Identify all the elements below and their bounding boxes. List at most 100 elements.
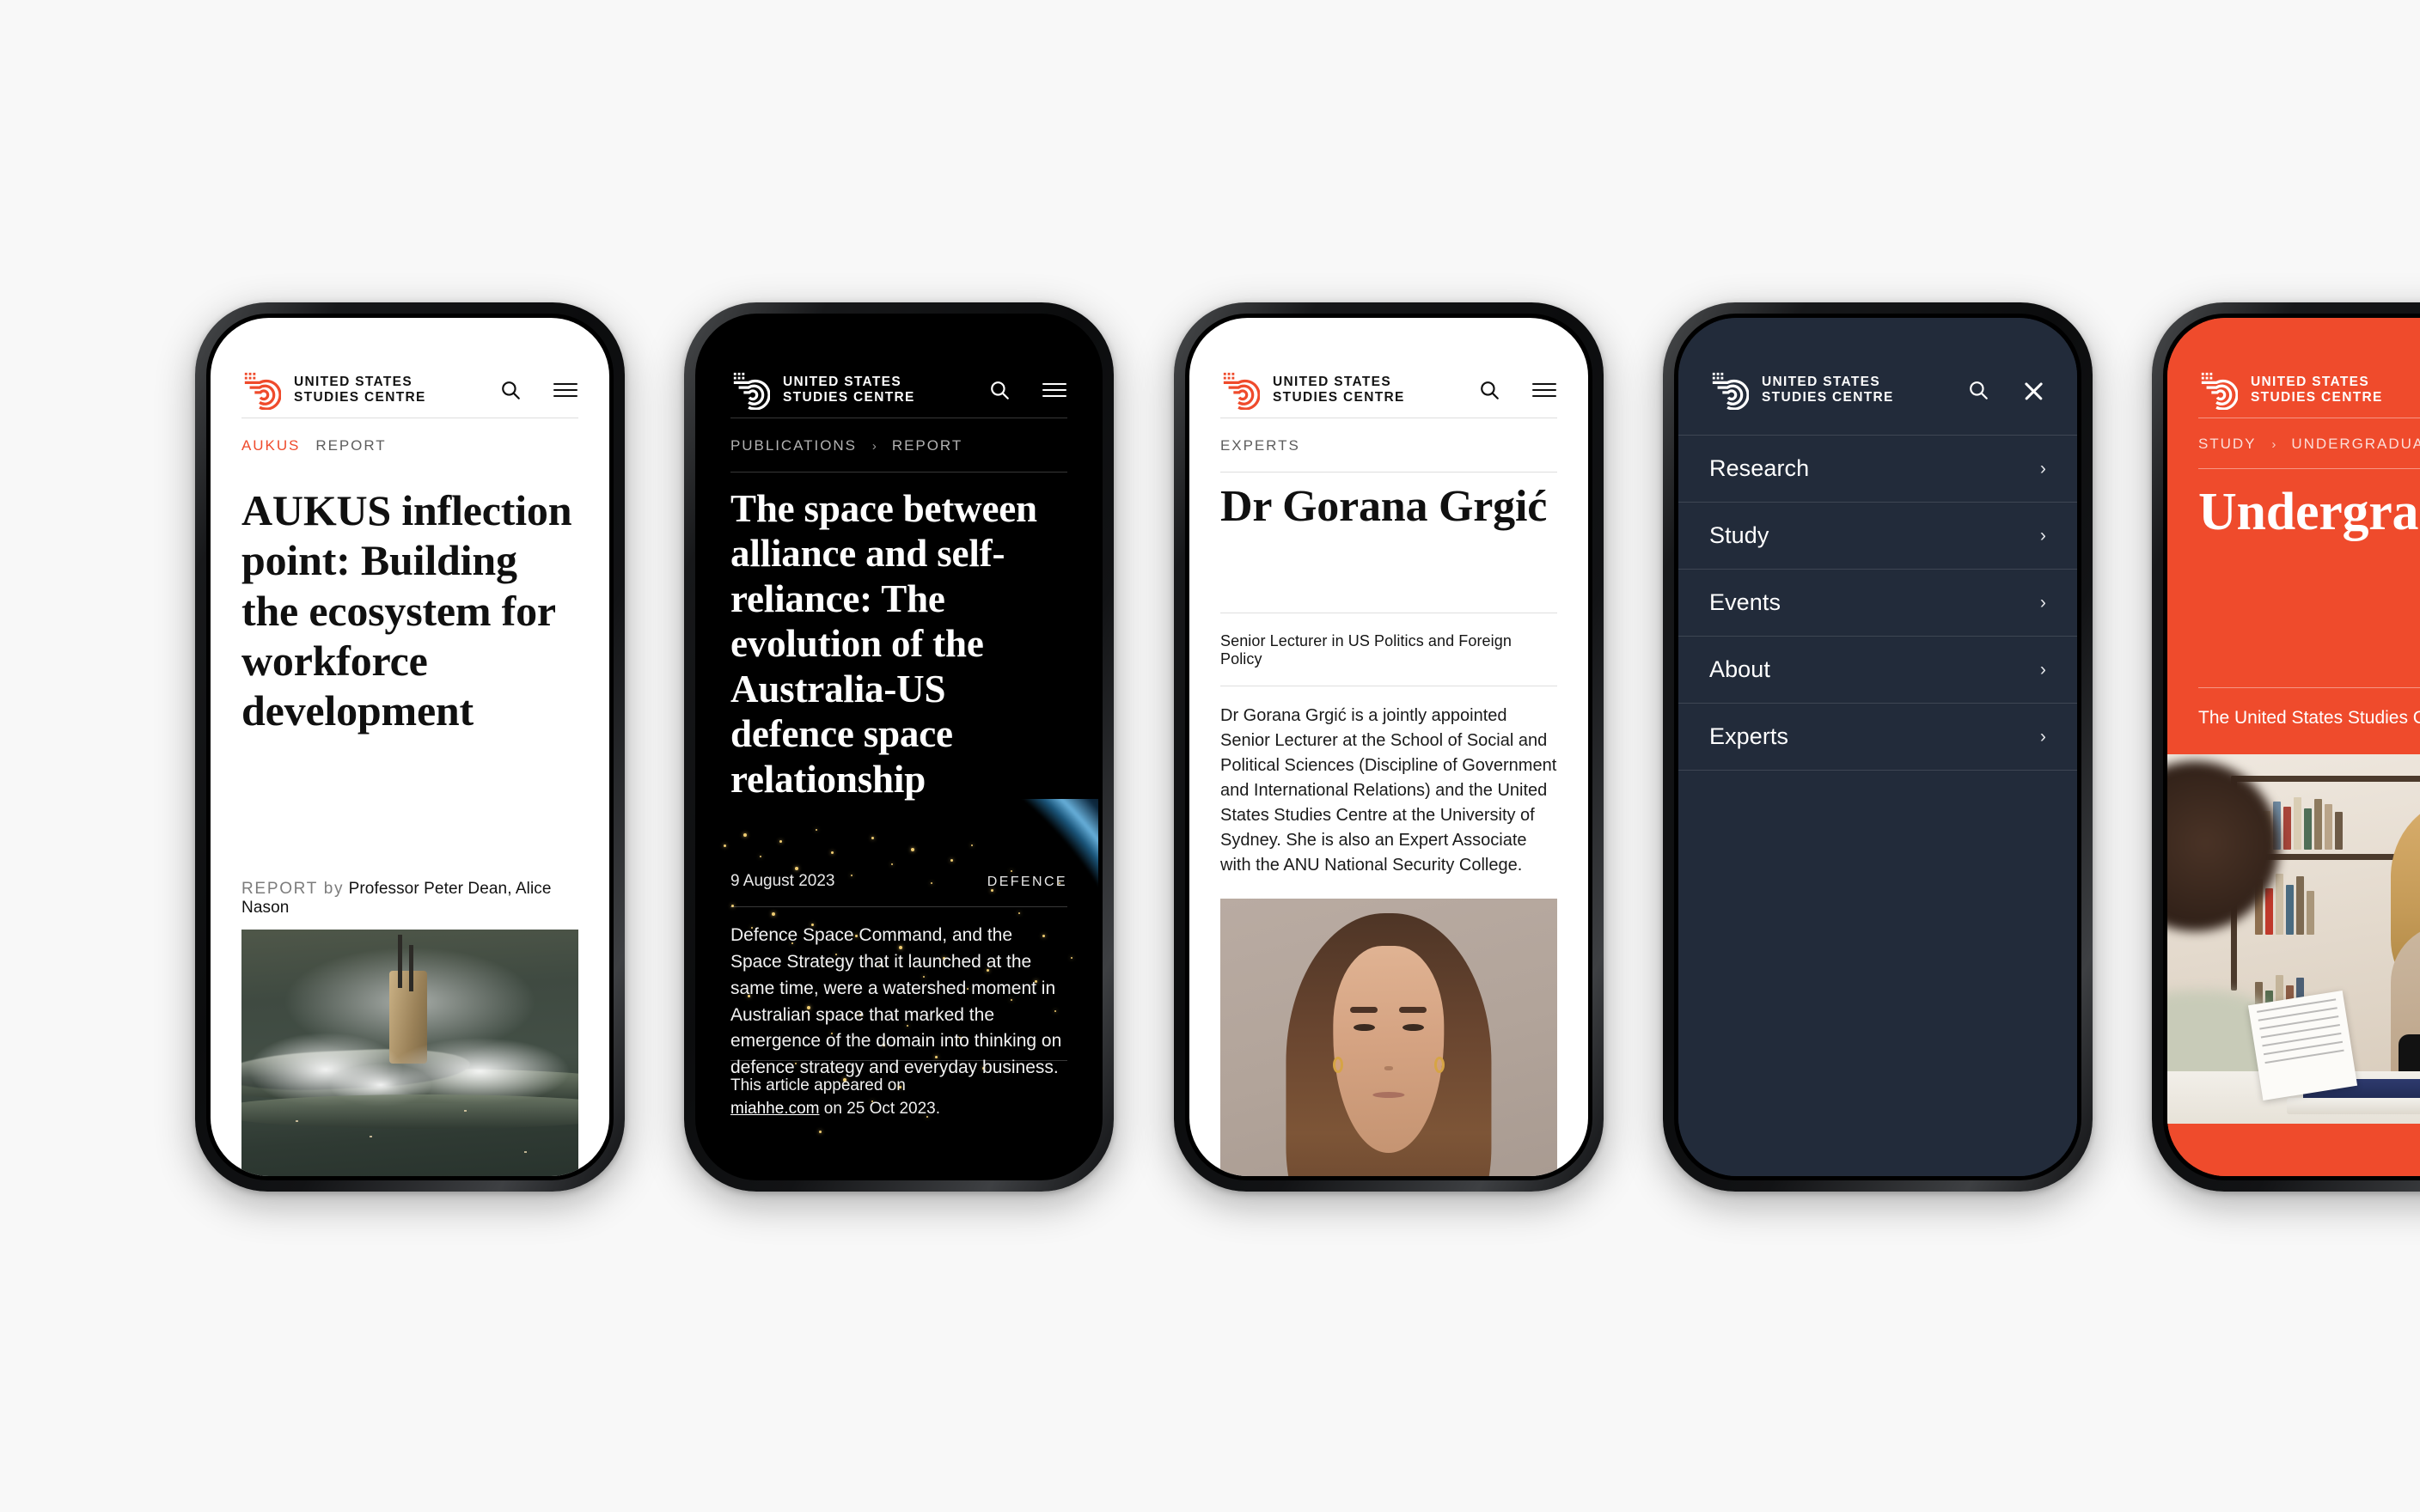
header-actions xyxy=(1965,377,2046,403)
nav-item-label: Research xyxy=(1709,455,1810,481)
brand-lockup[interactable]: UNITED STATES STUDIES CENTRE xyxy=(730,370,915,410)
kicker-topic[interactable]: AUKUS xyxy=(241,437,300,454)
chevron-right-icon: › xyxy=(871,438,877,454)
usc-spiral-logo-icon xyxy=(2201,372,2238,410)
phone-mockup-expert-profile: UNITED STATES STUDIES CENTRE EXPERTS Dr … xyxy=(1174,302,1604,1192)
breadcrumb-parent[interactable]: PUBLICATIONS xyxy=(730,437,857,454)
main-navigation-list: Research › Study › Events › About › Expe… xyxy=(1678,435,2077,771)
phone-screen: UNITED STATES STUDIES CENTRE xyxy=(1189,318,1588,1176)
nav-item-research[interactable]: Research › xyxy=(1678,436,2077,503)
kicker-label[interactable]: EXPERTS xyxy=(1220,437,1300,454)
search-icon[interactable] xyxy=(1476,377,1502,403)
brand-lockup[interactable]: UNITED STATES STUDIES CENTRE xyxy=(1220,370,1405,410)
brand-name: UNITED STATES STUDIES CENTRE xyxy=(1273,374,1405,405)
byline-label: REPORT by xyxy=(241,880,345,899)
breadcrumb: PUBLICATIONS › REPORT xyxy=(730,418,1067,472)
page-title: The space between alliance and self-reli… xyxy=(730,487,1037,801)
breadcrumb-parent[interactable]: STUDY xyxy=(2198,436,2256,453)
nav-item-study[interactable]: Study › xyxy=(1678,503,2077,570)
phone-screen: UNITED STATES STUDIES CENTRE xyxy=(700,318,1098,1176)
breadcrumb-current: UNDERGRADUATE xyxy=(2291,436,2420,452)
article-byline: REPORT by Professor Peter Dean, Alice Na… xyxy=(241,864,578,930)
phone-screen: UNITED STATES STUDIES CENTRE xyxy=(211,318,609,1176)
phone-bezel: UNITED STATES STUDIES CENTRE STUDY › UND… xyxy=(2163,314,2420,1180)
topic-tag[interactable]: DEFENCE xyxy=(987,875,1067,890)
profile-body: EXPERTS Dr Gorana Grgić Senior Lecturer … xyxy=(1189,418,1588,1176)
phone-bezel: UNITED STATES STUDIES CENTRE xyxy=(206,314,614,1180)
brand-name: UNITED STATES STUDIES CENTRE xyxy=(783,374,915,405)
nav-item-label: Experts xyxy=(1709,723,1789,749)
hero-image-submarine xyxy=(241,930,578,1176)
chevron-right-icon: › xyxy=(2039,727,2046,747)
nav-item-label: Events xyxy=(1709,589,1781,615)
search-icon[interactable] xyxy=(987,377,1012,403)
hamburger-menu-icon[interactable] xyxy=(1042,377,1067,403)
phone-mockup-undergraduate: UNITED STATES STUDIES CENTRE STUDY › UND… xyxy=(2152,302,2420,1192)
brand-name: UNITED STATES STUDIES CENTRE xyxy=(294,374,426,405)
usc-spiral-logo-icon xyxy=(1223,372,1260,410)
screenshot-canvas: UNITED STATES STUDIES CENTRE AUKUS REPOR… xyxy=(0,0,2420,1512)
app-header: UNITED STATES STUDIES CENTRE xyxy=(211,318,609,418)
expert-bio: Dr Gorana Grgić is a jointly appointed S… xyxy=(1220,705,1557,875)
app-header: UNITED STATES STUDIES CENTRE xyxy=(2167,318,2420,418)
article-kicker: AUKUS REPORT xyxy=(241,418,578,472)
phone-mockup-article-space: UNITED STATES STUDIES CENTRE PUBLICATION… xyxy=(684,302,1114,1192)
phone-mockup-article-aukus: UNITED STATES STUDIES CENTRE AUKUS REPOR… xyxy=(195,302,625,1192)
expert-portrait-photo xyxy=(1220,898,1557,1176)
page-title: AUKUS inflection point: Building the eco… xyxy=(241,486,572,735)
article-body: AUKUS REPORT AUKUS inflection point: Bui… xyxy=(211,418,609,1176)
source-suffix: on 25 Oct 2023. xyxy=(823,1100,940,1119)
source-link[interactable]: miahhe.com xyxy=(730,1100,820,1118)
page-body: STUDY › UNDERGRADUATE Undergraduate The … xyxy=(2167,418,2420,754)
expert-role: Senior Lecturer in US Politics and Forei… xyxy=(1220,631,1512,668)
app-header: UNITED STATES STUDIES CENTRE xyxy=(1189,318,1588,418)
header-actions xyxy=(1476,377,1557,403)
usc-spiral-logo-icon xyxy=(733,372,770,410)
hamburger-menu-icon[interactable] xyxy=(553,377,578,403)
nav-item-label: Study xyxy=(1709,522,1769,548)
nav-item-label: About xyxy=(1709,656,1770,682)
header-actions xyxy=(987,377,1067,403)
divider xyxy=(730,1060,1067,1062)
phone-screen: UNITED STATES STUDIES CENTRE xyxy=(1678,318,2077,1176)
breadcrumb: STUDY › UNDERGRADUATE xyxy=(2198,418,2420,468)
app-header: UNITED STATES STUDIES CENTRE xyxy=(1678,318,2077,418)
kicker-type[interactable]: REPORT xyxy=(315,437,386,454)
page-deck: The United States Studies Centre offers … xyxy=(2198,708,2420,729)
publish-date: 9 August 2023 xyxy=(730,871,835,890)
chevron-right-icon: › xyxy=(2039,459,2046,479)
app-header: UNITED STATES STUDIES CENTRE xyxy=(700,318,1098,418)
breadcrumb-current: REPORT xyxy=(891,437,963,454)
brand-lockup[interactable]: UNITED STATES STUDIES CENTRE xyxy=(241,370,426,410)
hamburger-menu-icon[interactable] xyxy=(1531,377,1557,403)
usc-spiral-logo-icon xyxy=(1712,372,1749,410)
usc-spiral-logo-icon xyxy=(244,372,281,410)
nav-item-events[interactable]: Events › xyxy=(1678,570,2077,637)
source-prefix: This article appeared on xyxy=(730,1076,906,1095)
phone-bezel: UNITED STATES STUDIES CENTRE xyxy=(1674,314,2081,1180)
hero-image-students-library xyxy=(2167,753,2420,1124)
close-icon[interactable] xyxy=(2020,377,2046,403)
page-title: Undergraduate xyxy=(2198,483,2420,541)
search-icon[interactable] xyxy=(1965,377,1991,403)
nav-item-about[interactable]: About › xyxy=(1678,637,2077,704)
phone-bezel: UNITED STATES STUDIES CENTRE xyxy=(695,314,1103,1180)
phone-bezel: UNITED STATES STUDIES CENTRE xyxy=(1185,314,1592,1180)
brand-name: UNITED STATES STUDIES CENTRE xyxy=(1762,374,1894,405)
phone-screen: UNITED STATES STUDIES CENTRE STUDY › UND… xyxy=(2167,318,2420,1176)
chevron-right-icon: › xyxy=(2039,593,2046,613)
section-kicker: EXPERTS xyxy=(1220,418,1557,472)
brand-lockup[interactable]: UNITED STATES STUDIES CENTRE xyxy=(2198,370,2383,410)
brand-lockup[interactable]: UNITED STATES STUDIES CENTRE xyxy=(1709,370,1894,410)
chevron-right-icon: › xyxy=(2039,660,2046,680)
phone-mockup-navigation-menu: UNITED STATES STUDIES CENTRE Research › … xyxy=(1663,302,2093,1192)
search-icon[interactable] xyxy=(498,377,523,403)
page-title: Dr Gorana Grgić xyxy=(1220,482,1548,531)
nav-item-experts[interactable]: Experts › xyxy=(1678,704,2077,771)
brand-name: UNITED STATES STUDIES CENTRE xyxy=(2251,374,2383,405)
chevron-right-icon: › xyxy=(2039,526,2046,546)
header-actions xyxy=(498,377,578,403)
article-body: PUBLICATIONS › REPORT The space between … xyxy=(700,418,1098,1082)
paper-sheet xyxy=(2248,991,2358,1101)
article-deck: Defence Space Command, and the Space Str… xyxy=(730,924,1062,1078)
